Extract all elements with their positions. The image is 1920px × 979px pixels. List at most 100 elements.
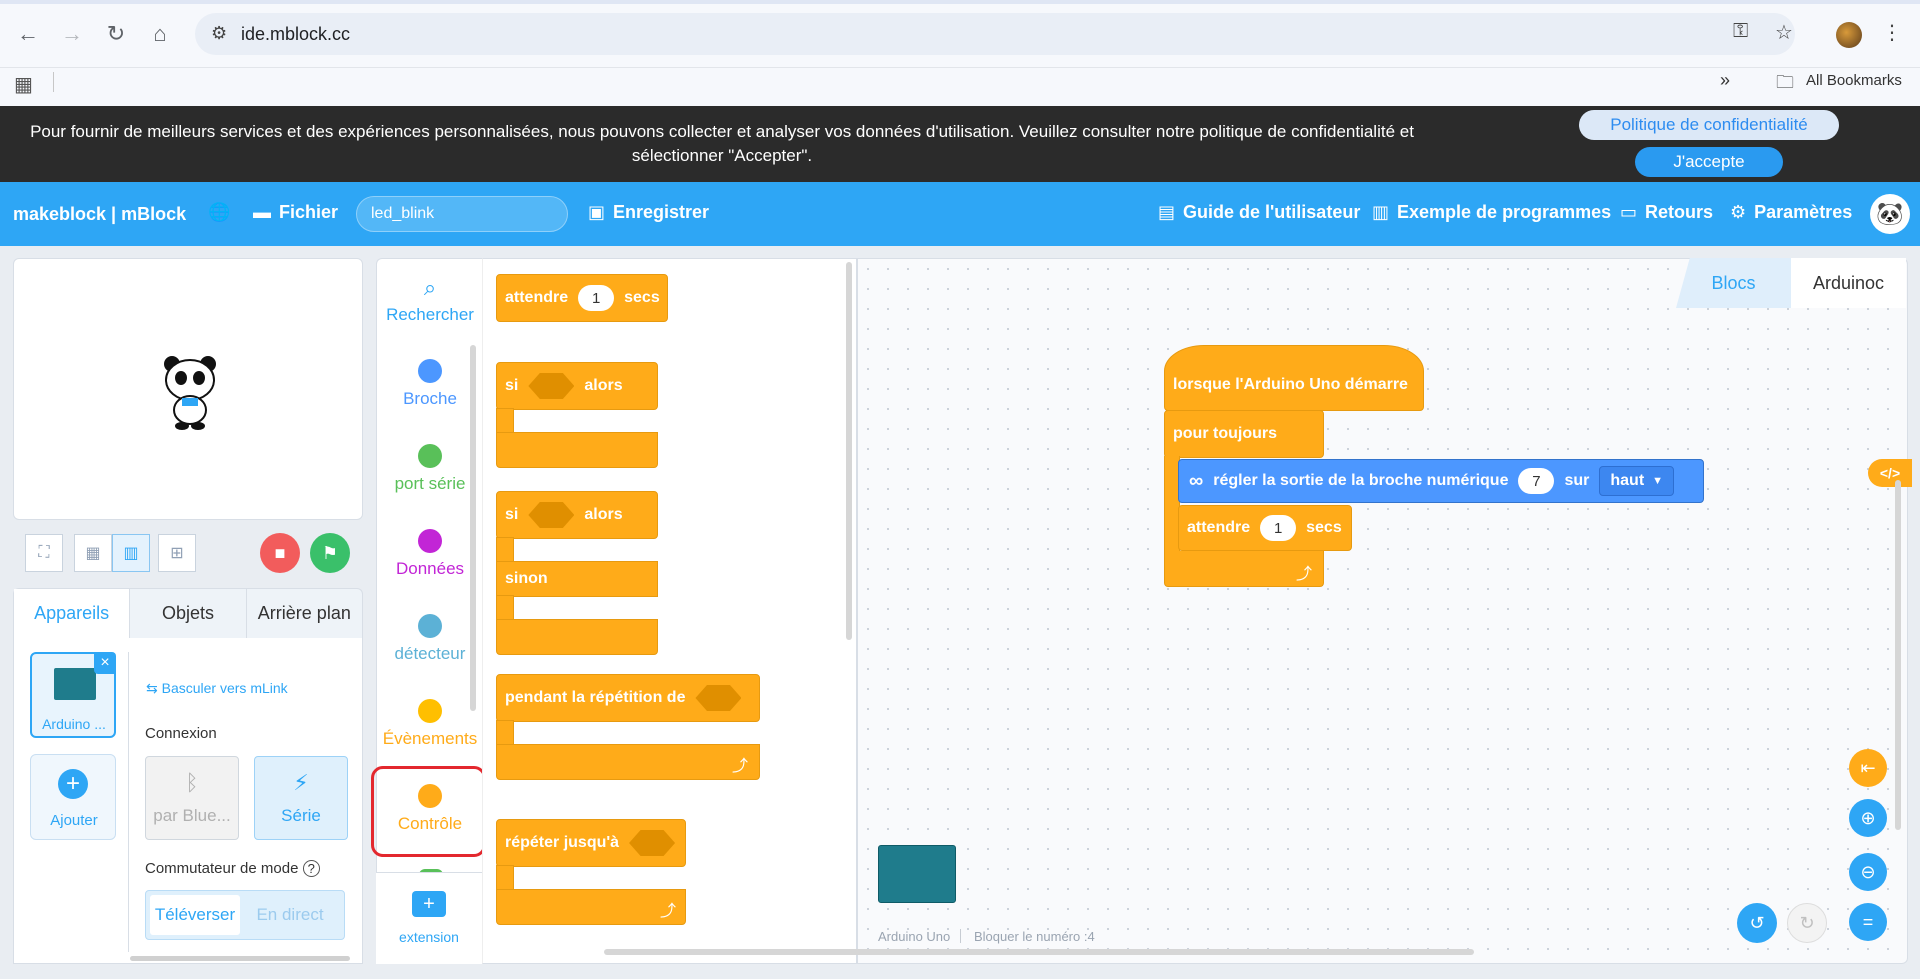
tab-sprites[interactable]: Objets: [130, 589, 247, 638]
forward-icon[interactable]: →: [56, 18, 88, 50]
condition-slot[interactable]: [528, 373, 575, 399]
repeat-while-block[interactable]: pendant la répétition de: [496, 674, 760, 722]
wait-input[interactable]: 1: [1260, 515, 1297, 541]
wait-input[interactable]: 1: [578, 285, 615, 311]
green-flag-button[interactable]: ⚑: [310, 533, 350, 573]
panda-sprite[interactable]: [162, 354, 218, 430]
privacy-policy-button[interactable]: Politique de confidentialité: [1579, 110, 1839, 140]
zoom-in-icon[interactable]: ⊕: [1849, 799, 1887, 837]
set-digital-pin-block[interactable]: ∞ régler la sortie de la broche numériqu…: [1178, 459, 1704, 503]
url-text[interactable]: ide.mblock.cc: [241, 24, 350, 45]
condition-slot[interactable]: [629, 830, 676, 856]
folder-icon: 🗀: [1776, 72, 1794, 92]
category-serial[interactable]: port série: [377, 444, 483, 494]
serial-button[interactable]: ⚡ Série: [254, 756, 348, 840]
home-icon[interactable]: ⌂: [144, 18, 176, 50]
stage-size-toggle[interactable]: ▦ ▥: [74, 534, 150, 572]
collapse-icon[interactable]: ⇤: [1849, 749, 1887, 787]
redo-icon[interactable]: ↻: [1787, 903, 1827, 943]
category-data[interactable]: Données: [377, 529, 483, 579]
devices-scrollbar[interactable]: [130, 956, 350, 961]
undo-icon[interactable]: ↺: [1737, 903, 1777, 943]
bluetooth-button[interactable]: ᛒ par Blue...: [145, 756, 239, 840]
file-menu[interactable]: ▬ Fichier: [253, 202, 338, 223]
address-bar[interactable]: ⚙ ide.mblock.cc: [195, 13, 1795, 55]
upload-mode-option[interactable]: Téléverser: [150, 895, 240, 935]
category-search[interactable]: ⌕ Rechercher: [377, 275, 483, 325]
grid-icon[interactable]: ⊞: [158, 534, 196, 572]
live-mode-option[interactable]: En direct: [240, 895, 340, 935]
extension-button[interactable]: + extension: [376, 872, 482, 964]
workspace-wait-block[interactable]: attendre 1 secs: [1178, 505, 1352, 551]
add-device-button[interactable]: + Ajouter: [30, 754, 116, 840]
workspace-horizontal-scrollbar[interactable]: [604, 949, 1474, 955]
reset-zoom-icon[interactable]: =: [1849, 903, 1887, 941]
category-events[interactable]: Évènements: [377, 699, 483, 749]
zoom-out-icon[interactable]: ⊖: [1849, 853, 1887, 891]
user-avatar[interactable]: 🐼: [1870, 194, 1910, 234]
project-name-input[interactable]: [356, 196, 568, 232]
examples-button[interactable]: ▥ Exemple de programmes: [1372, 202, 1611, 223]
if-then-block[interactable]: si alors: [496, 362, 658, 410]
profile-avatar[interactable]: [1836, 22, 1862, 48]
category-label: Données: [395, 559, 465, 578]
category-pin[interactable]: Broche: [377, 359, 483, 409]
settings-button[interactable]: ⚙ Paramètres: [1730, 202, 1852, 223]
if-else-bottom: [496, 619, 658, 655]
wait-block[interactable]: attendre 1 secs: [496, 274, 668, 322]
code-view-icon[interactable]: </>: [1868, 459, 1912, 487]
close-icon[interactable]: ×: [94, 652, 116, 674]
apps-grid-icon[interactable]: ▦: [14, 72, 33, 97]
device-card-arduino[interactable]: Arduino ... ×: [30, 652, 116, 738]
switch-icon: ⇆: [146, 680, 162, 696]
more-bookmarks-icon[interactable]: »: [1720, 70, 1730, 91]
bookmark-star-icon[interactable]: ☆: [1775, 20, 1793, 45]
help-icon[interactable]: ?: [302, 860, 320, 877]
grid-view-button[interactable]: ⊞: [158, 534, 196, 572]
tab-devices[interactable]: Appareils: [14, 589, 131, 638]
stop-button[interactable]: ■: [260, 533, 300, 573]
if-else-block[interactable]: si alors: [496, 491, 658, 539]
blocks-scrollbar[interactable]: [846, 262, 852, 640]
arduino-start-hat-block[interactable]: lorsque l'Arduino Uno démarre: [1164, 345, 1424, 411]
loop-arrow-icon: ⤴: [732, 758, 749, 775]
language-icon[interactable]: 🌐: [208, 202, 230, 223]
large-stage-icon[interactable]: ▥: [112, 534, 150, 572]
tab-arduinoc[interactable]: Arduinoc: [1791, 258, 1906, 308]
save-button[interactable]: ▣ Enregistrer: [588, 202, 709, 223]
else-section: sinon: [496, 561, 658, 597]
level-dropdown[interactable]: haut ▼: [1599, 466, 1675, 496]
control-category-highlight: [371, 766, 486, 857]
category-sensor[interactable]: détecteur: [377, 614, 483, 664]
back-icon[interactable]: ←: [12, 18, 44, 50]
reload-icon[interactable]: ↻: [100, 18, 132, 50]
fullscreen-button[interactable]: ⛶: [25, 534, 63, 572]
workspace-vertical-scrollbar[interactable]: [1895, 480, 1901, 830]
menu-icon[interactable]: ⋮: [1882, 20, 1902, 45]
switch-mlink-link[interactable]: ⇆ Basculer vers mLink: [146, 680, 288, 697]
feedback-button[interactable]: ▭ Retours: [1620, 202, 1713, 223]
accept-button[interactable]: J'accepte: [1635, 147, 1783, 177]
category-label: Évènements: [382, 729, 478, 748]
stage-area[interactable]: [13, 258, 363, 520]
small-stage-icon[interactable]: ▦: [74, 534, 112, 572]
password-key-icon[interactable]: ⚿: [1733, 20, 1748, 43]
category-scrollbar[interactable]: [470, 345, 476, 711]
repeat-until-block[interactable]: répéter jusqu'à: [496, 819, 686, 867]
condition-slot[interactable]: [528, 502, 575, 528]
tab-blocks[interactable]: Blocs: [1676, 258, 1791, 308]
site-info-icon[interactable]: ⚙: [211, 23, 227, 44]
gear-icon: ⚙: [1730, 202, 1747, 222]
tab-background[interactable]: Arrière plan: [247, 589, 362, 638]
condition-slot[interactable]: [695, 685, 742, 711]
fullscreen-icon[interactable]: ⛶: [25, 534, 63, 572]
while-arm: [496, 720, 514, 746]
forever-block[interactable]: pour toujours: [1164, 410, 1324, 458]
user-guide-button[interactable]: ▤ Guide de l'utilisateur: [1158, 202, 1360, 223]
pin-input[interactable]: 7: [1518, 468, 1555, 494]
if-label: si: [505, 506, 519, 523]
set-pin-label: régler la sortie de la broche numérique: [1213, 472, 1509, 489]
all-bookmarks-link[interactable]: All Bookmarks: [1806, 72, 1902, 89]
usb-icon: ⚡: [293, 770, 309, 795]
mode-toggle[interactable]: Téléverser En direct: [145, 890, 345, 940]
